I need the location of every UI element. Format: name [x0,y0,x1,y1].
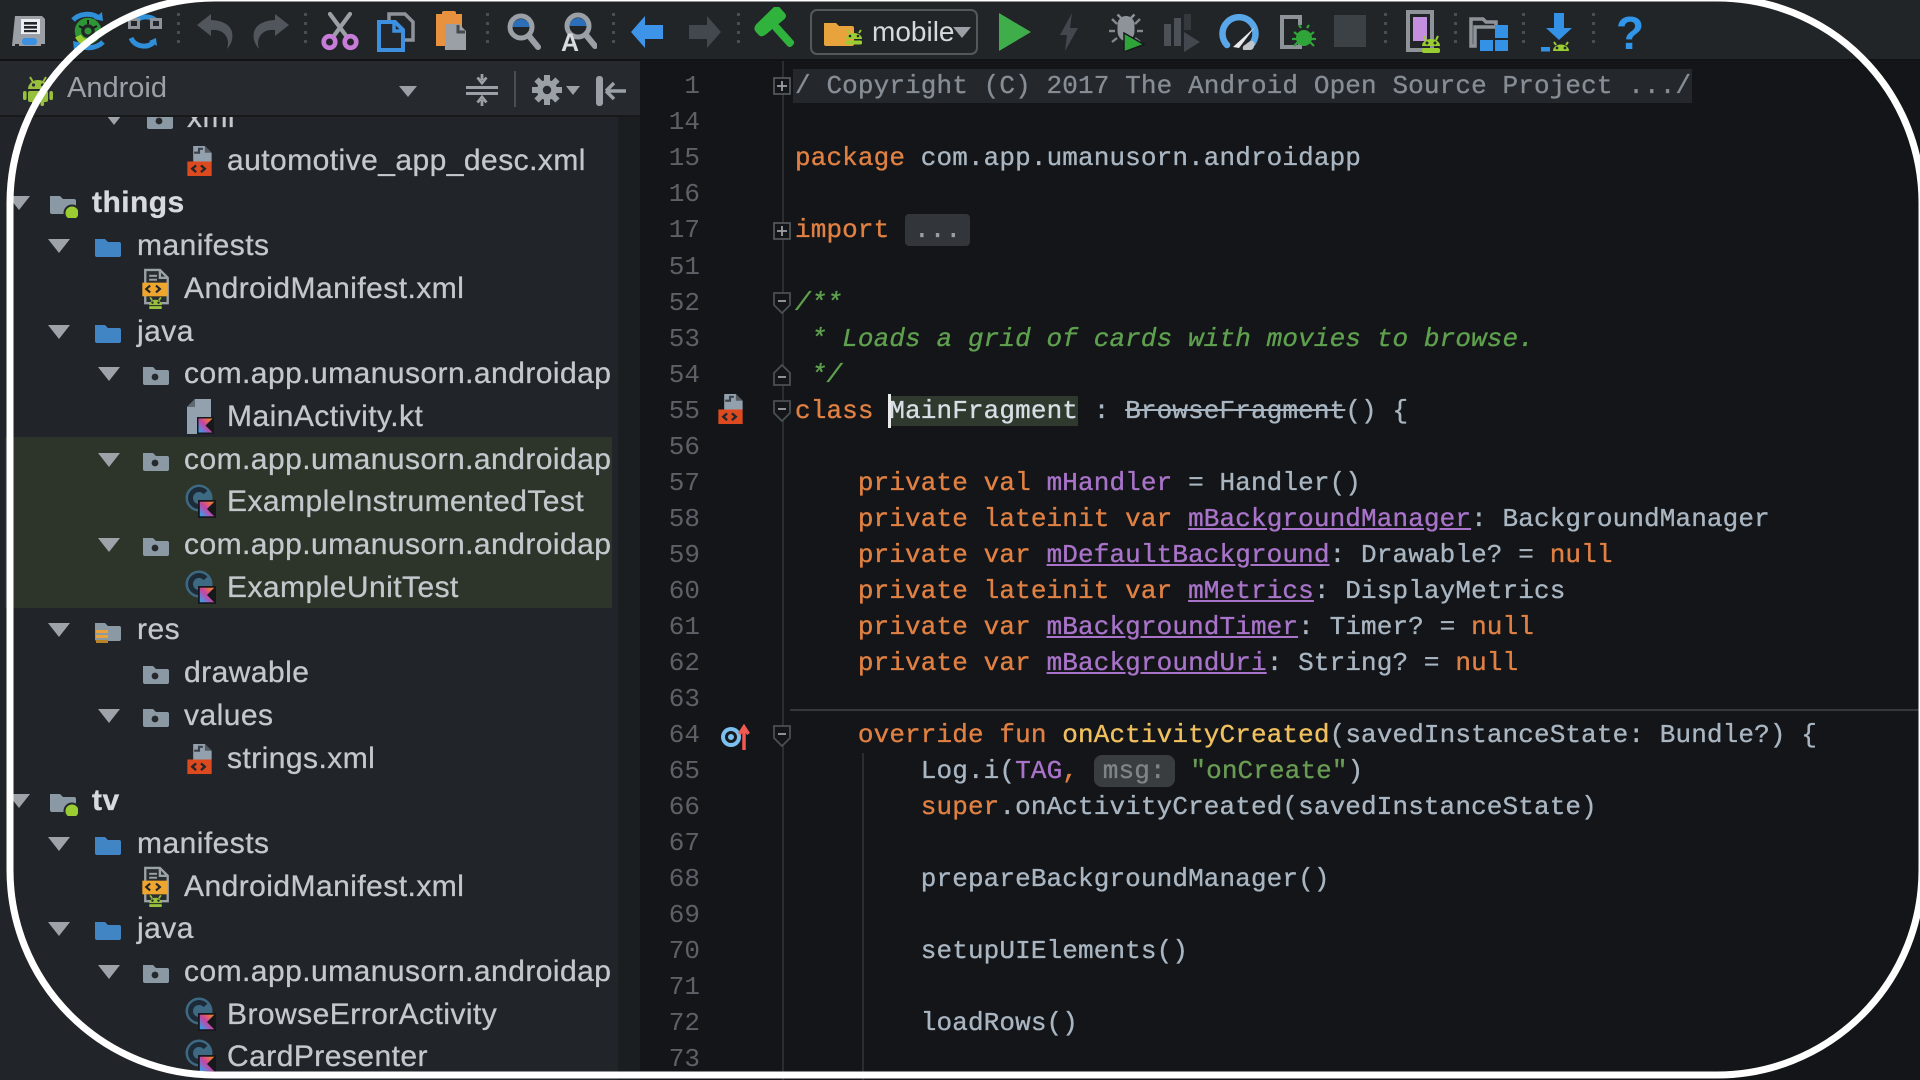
svg-text:A: A [561,29,579,52]
